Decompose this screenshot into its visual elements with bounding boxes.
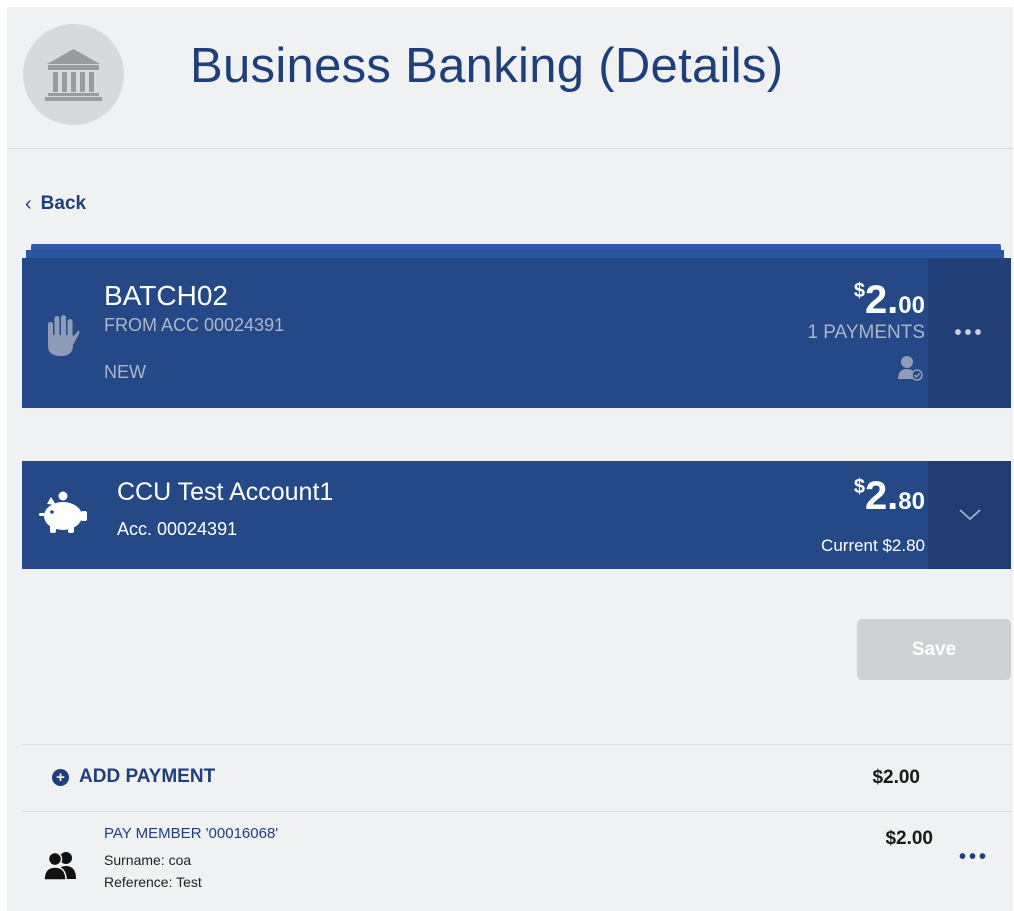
save-button[interactable]: Save xyxy=(857,619,1011,680)
payment-amount: $2.00 xyxy=(885,828,933,849)
page-title: Business Banking (Details) xyxy=(190,39,784,93)
hand-stop-icon xyxy=(48,315,80,356)
more-horizontal-icon: ••• xyxy=(958,846,989,868)
account-amount-decimal: 80 xyxy=(898,488,925,515)
account-amount-whole: 2. xyxy=(864,474,899,518)
batch-menu-button[interactable]: ••• xyxy=(928,258,1011,408)
batch-amount: $2.00 xyxy=(854,278,925,323)
back-link[interactable]: ‹ Back xyxy=(25,193,86,215)
user-check-icon xyxy=(898,356,923,381)
chevron-down-icon xyxy=(958,509,981,521)
users-icon xyxy=(43,851,76,880)
account-card[interactable]: CCU Test Account1 Acc. 00024391 $2.80 Cu… xyxy=(22,461,1011,569)
payment-surname: Surname: coa xyxy=(104,852,192,868)
batch-amount-whole: 2. xyxy=(864,278,899,322)
add-payment-button[interactable]: + ADD PAYMENT xyxy=(52,766,215,788)
account-name: CCU Test Account1 xyxy=(117,478,334,506)
batch-amount-decimal: 00 xyxy=(898,292,925,319)
plus-circle-icon: + xyxy=(52,768,69,786)
batch-status: NEW xyxy=(104,362,146,382)
account-current-balance: Current $2.80 xyxy=(821,536,925,555)
batch-card[interactable]: BATCH02 FROM ACC 00024391 NEW $2.00 1 PA… xyxy=(22,258,1011,408)
batch-payments-count: 1 PAYMENTS xyxy=(807,322,925,343)
back-label: Back xyxy=(40,193,87,214)
bank-icon-badge xyxy=(23,24,124,125)
payment-title: PAY MEMBER '00016068' xyxy=(104,825,279,842)
piggy-bank-icon xyxy=(39,491,87,533)
account-number: Acc. 00024391 xyxy=(117,519,238,539)
batch-from-account: FROM ACC 00024391 xyxy=(104,315,285,335)
page: Business Banking (Details) ‹ Back BATCH0… xyxy=(7,7,1013,911)
divider xyxy=(22,744,1011,745)
add-payment-label: ADD PAYMENT xyxy=(79,766,216,787)
bank-icon xyxy=(45,49,102,101)
payment-reference: Reference: Test xyxy=(104,874,202,890)
batch-amount-currency: $ xyxy=(853,280,865,302)
account-expand-toggle[interactable] xyxy=(928,461,1011,569)
chevron-left-icon: ‹ xyxy=(25,193,32,215)
account-amount: $2.80 xyxy=(854,474,925,519)
more-horizontal-icon: ••• xyxy=(954,321,985,344)
page-header: Business Banking (Details) xyxy=(7,7,1013,149)
list-item[interactable]: PAY MEMBER '00016068' Surname: coa Refer… xyxy=(22,812,1011,911)
payment-menu-button[interactable]: ••• xyxy=(959,846,989,869)
batch-name: BATCH02 xyxy=(104,280,228,311)
payments-total: $2.00 xyxy=(872,767,920,788)
account-amount-currency: $ xyxy=(853,476,865,498)
